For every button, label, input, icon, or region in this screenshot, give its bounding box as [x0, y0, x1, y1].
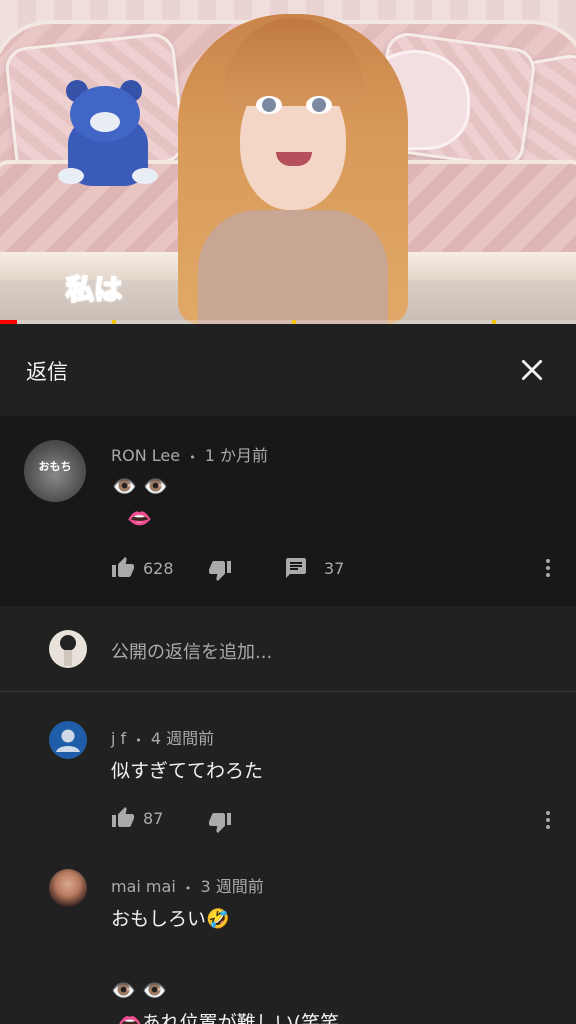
like-button[interactable]: 87	[111, 806, 163, 830]
add-reply-input[interactable]: 公開の返信を追加...	[111, 638, 272, 664]
comment-meta: mai mai • 3 週間前	[111, 873, 264, 897]
dislike-button[interactable]	[208, 810, 232, 834]
dislike-button[interactable]	[208, 558, 232, 582]
reply-comment-icon	[286, 558, 306, 578]
dislike-icon	[209, 813, 231, 833]
author-name[interactable]: j f	[111, 729, 126, 748]
meta-separator: •	[135, 734, 142, 747]
like-button[interactable]: 628	[111, 556, 174, 580]
teddy-bear	[58, 80, 158, 186]
like-count: 628	[143, 558, 174, 578]
comment-meta: j f • 4 週間前	[111, 725, 214, 749]
comment-time[interactable]: 4 週間前	[151, 729, 214, 748]
add-reply-bar[interactable]: 公開の返信を追加...	[0, 606, 576, 692]
comment-text-line1: おもしろい🤣	[111, 908, 230, 930]
eye	[306, 96, 332, 114]
author-name[interactable]: mai mai	[111, 877, 176, 896]
parent-comment: おもち RON Lee • 1 か月前 👁️ 👁️ 👄 628 37	[0, 416, 576, 606]
more-vert-icon	[546, 559, 550, 577]
avatar[interactable]: おもち	[24, 440, 86, 502]
author-name[interactable]: RON Lee	[111, 446, 180, 465]
dislike-icon	[209, 561, 231, 581]
comment-meta: RON Lee • 1 か月前	[111, 442, 268, 466]
meta-separator: •	[189, 451, 196, 464]
more-options-button[interactable]	[536, 808, 560, 832]
comment-time[interactable]: 3 週間前	[200, 877, 263, 896]
meta-separator: •	[184, 882, 192, 895]
like-icon	[112, 557, 134, 577]
eye	[256, 96, 282, 114]
reply-count: 37	[324, 558, 345, 578]
avatar-label: おもち	[38, 460, 72, 473]
own-avatar	[49, 630, 87, 668]
like-icon	[112, 807, 134, 827]
video-player[interactable]: 私は	[0, 0, 576, 324]
more-options-button[interactable]	[536, 556, 560, 580]
avatar[interactable]	[49, 721, 87, 759]
replies-list: j f • 4 週間前 似すぎててわろた 87 mai mai • 3 週間前 …	[0, 692, 576, 1024]
default-avatar-icon	[56, 729, 80, 752]
comment-text-line2: 👁️ 👁️	[111, 978, 168, 1002]
comment-text: 似すぎててわろた	[111, 760, 264, 782]
like-count: 87	[143, 808, 164, 828]
video-caption: 私は	[65, 272, 123, 307]
comment-time[interactable]: 1 か月前	[205, 446, 268, 465]
replies-button[interactable]: 37	[284, 556, 344, 580]
avatar[interactable]	[49, 869, 87, 907]
comment-text-line1: 👁️ 👁️	[112, 474, 169, 498]
more-vert-icon	[546, 811, 550, 829]
close-button[interactable]	[512, 350, 552, 390]
panel-title: 返信	[26, 360, 68, 384]
close-icon	[521, 359, 543, 381]
replies-header: 返信	[0, 324, 576, 416]
comment-text-line3: 👄あれ位置が難しい(笑笑	[118, 1012, 340, 1024]
comment-text-line2: 👄	[127, 506, 152, 530]
